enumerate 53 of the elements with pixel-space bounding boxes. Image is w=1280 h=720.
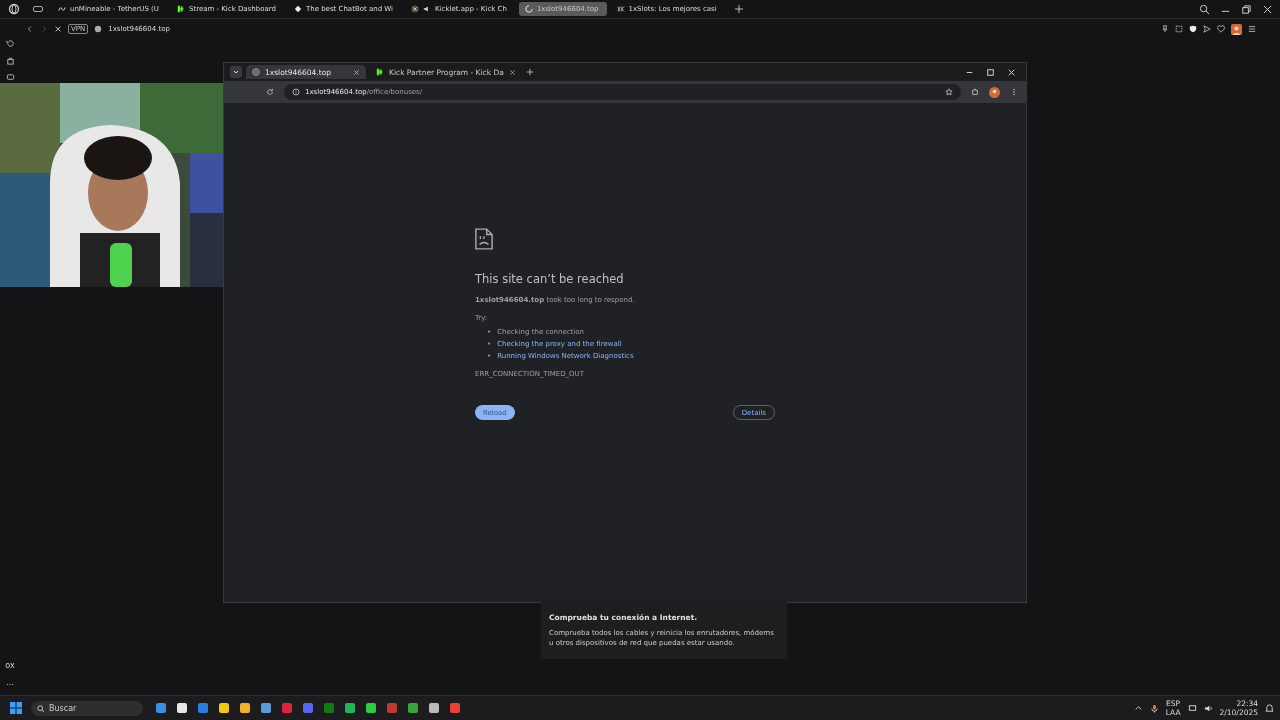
new-tab-icon[interactable] [525, 68, 534, 76]
app-icon[interactable] [365, 702, 377, 714]
new-tab-icon[interactable] [732, 3, 745, 15]
corner-label: ox [5, 661, 15, 670]
close-tab-icon[interactable] [508, 68, 516, 76]
avatar-icon[interactable] [989, 86, 1000, 98]
bag-icon[interactable] [5, 56, 15, 65]
diamond-icon [293, 5, 302, 13]
microphone-icon[interactable] [1149, 703, 1159, 713]
app-icon[interactable] [428, 702, 440, 714]
info-icon[interactable] [292, 88, 300, 96]
globe-icon [252, 68, 260, 76]
more-dots[interactable]: ... [6, 678, 14, 687]
app-icon[interactable] [239, 702, 251, 714]
speaker-icon[interactable] [1203, 703, 1213, 713]
app-icon[interactable] [218, 702, 230, 714]
notification-icon[interactable] [1265, 703, 1274, 713]
loading-icon [524, 5, 533, 13]
taskbar-search-field[interactable]: Buscar [31, 700, 143, 716]
avatar-icon[interactable] [1231, 23, 1242, 35]
close-icon[interactable] [1262, 3, 1273, 15]
chat-icon[interactable] [5, 73, 15, 82]
history-icon[interactable] [5, 39, 15, 48]
app-icon[interactable] [176, 702, 188, 714]
windows-start-icon[interactable] [10, 702, 22, 714]
globe-icon [94, 25, 103, 33]
shield-icon[interactable] [1189, 25, 1197, 33]
slot-logo-icon [616, 5, 625, 13]
sad-document-icon [475, 228, 493, 250]
maximize-icon[interactable] [985, 66, 996, 78]
bookmark-star-icon[interactable] [945, 88, 953, 96]
app-icon[interactable] [260, 702, 272, 714]
tab-list-icon[interactable] [230, 66, 242, 78]
restore-icon[interactable] [1241, 3, 1252, 15]
chevron-up-icon[interactable] [1133, 703, 1143, 713]
more-icon[interactable] [1010, 88, 1018, 96]
send-icon[interactable] [1203, 25, 1211, 33]
browser-logo-icon[interactable] [8, 3, 20, 15]
reload-icon[interactable] [266, 88, 274, 96]
close-tab-icon[interactable] [353, 68, 360, 76]
network-icon[interactable] [1187, 703, 1197, 713]
stop-icon[interactable] [54, 25, 62, 33]
kick-icon [176, 5, 185, 13]
back-icon[interactable] [26, 25, 34, 33]
snapshot-icon[interactable] [1175, 25, 1183, 33]
error-title: This site can’t be reached [475, 272, 625, 286]
wave-icon [58, 5, 66, 13]
menu-icon[interactable] [1248, 25, 1256, 33]
search-icon [37, 704, 45, 713]
kick-icon [376, 68, 384, 76]
app-icon[interactable] [344, 702, 356, 714]
heart-icon[interactable] [1217, 25, 1225, 33]
search-icon[interactable] [1199, 3, 1210, 15]
